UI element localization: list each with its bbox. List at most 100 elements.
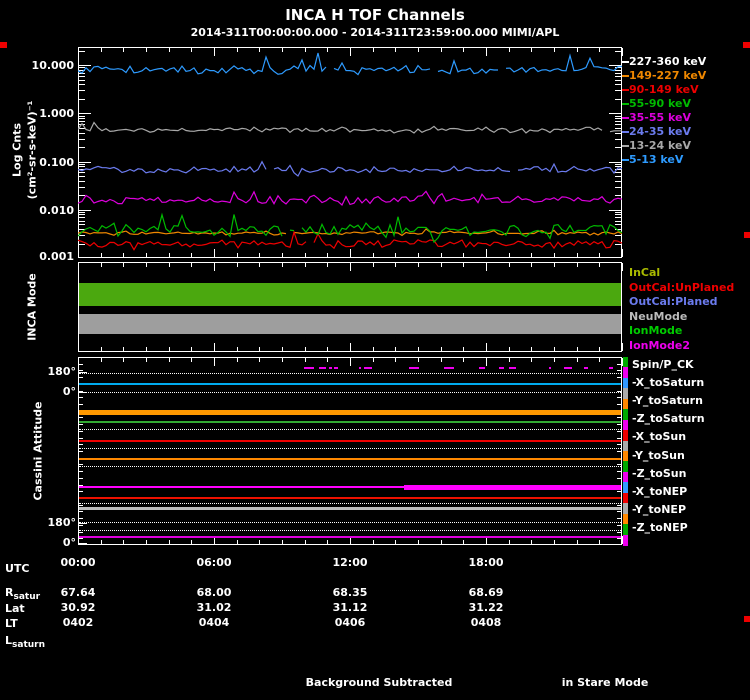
x-tick <box>463 263 464 267</box>
att-minor-tick <box>617 363 621 365</box>
att-edge-colorbar-segment <box>623 534 628 546</box>
ephemeris-value: 68.00 <box>196 586 232 599</box>
att-dotted-gridline <box>79 448 621 449</box>
utc-axis-label: 12:00 <box>332 556 368 569</box>
ephemeris-value: 0404 <box>198 616 230 629</box>
att-edge-colorbar-segment <box>623 367 628 379</box>
x-tick <box>237 358 238 362</box>
att-line-Spin/P_CK <box>479 367 485 369</box>
att-line-Spin/P_CK <box>449 367 454 369</box>
att-edge-colorbar-segment <box>623 398 628 410</box>
flux-legend-tick <box>622 103 629 105</box>
att-minor-tick <box>79 524 83 526</box>
x-tick <box>327 263 328 267</box>
ephemeris-value: 67.64 <box>60 586 96 599</box>
att-dotted-gridline <box>79 530 621 531</box>
x-tick <box>123 347 124 351</box>
lat-row-label: Lat <box>5 602 25 615</box>
flux-y-tick-label: 0.100 <box>39 156 74 169</box>
x-tick <box>577 347 578 351</box>
x-tick <box>191 358 192 362</box>
x-tick <box>531 358 532 362</box>
ephemeris-value: 0408 <box>470 616 502 629</box>
x-tick <box>191 347 192 351</box>
att-minor-tick <box>79 437 83 439</box>
x-tick <box>441 358 442 362</box>
x-tick <box>531 263 532 267</box>
att-edge-colorbar-segment <box>623 388 628 400</box>
att-minor-tick <box>79 518 83 520</box>
x-tick <box>509 358 510 362</box>
att-minor-tick <box>617 424 621 426</box>
att-minor-tick <box>79 531 83 533</box>
att-dotted-gridline <box>79 373 621 374</box>
inca-mode-axis-title: INCA Mode <box>25 273 39 341</box>
x-tick <box>78 263 79 271</box>
att-dotted-gridline <box>79 429 621 430</box>
att-line-Spin/P_CK <box>334 367 338 369</box>
att-edge-colorbar-segment <box>623 461 628 473</box>
inca-mode-legend-item: NeuMode <box>629 310 688 323</box>
att-y-tick-label: 180° <box>47 516 76 529</box>
flux-legend-tick <box>622 159 629 161</box>
flux-legend-item: 149-227 keV <box>629 69 707 82</box>
x-tick <box>305 540 306 544</box>
x-tick <box>169 358 170 362</box>
x-tick <box>463 358 464 362</box>
att-line-Spin/P_CK <box>414 367 419 369</box>
x-tick <box>373 347 374 351</box>
att-line--Z_toSun <box>79 486 404 488</box>
flux-legend-tick <box>622 145 629 147</box>
attitude-axis-title: Cassini Attitude <box>31 401 45 501</box>
x-tick <box>395 540 396 544</box>
att-legend-item: -X_toNEP <box>632 485 688 498</box>
att-edge-colorbar-segment <box>623 409 628 421</box>
att-line--Z_toSun <box>404 484 621 490</box>
x-tick <box>599 540 600 544</box>
r-row-label-sub: satur <box>13 592 41 603</box>
att-edge-colorbar-segment <box>623 524 628 536</box>
inca-mode-legend-item: OutCal:Planed <box>629 295 718 308</box>
att-minor-tick <box>79 471 83 473</box>
x-tick <box>441 540 442 544</box>
x-tick <box>237 263 238 267</box>
x-tick <box>146 358 147 362</box>
att-minor-tick <box>617 491 621 493</box>
x-tick <box>237 540 238 544</box>
utc-axis-label: 00:00 <box>60 556 96 569</box>
inca-mode-legend-item: IonMode <box>629 324 683 337</box>
flux-y-tick-label: 0.001 <box>39 250 74 263</box>
att-minor-tick <box>617 404 621 405</box>
x-tick <box>282 540 283 544</box>
x-tick <box>78 343 79 351</box>
flux-legend-tick <box>622 75 629 77</box>
att-minor-tick <box>617 377 621 379</box>
lt-row-label: LT <box>5 617 18 630</box>
x-tick <box>191 540 192 544</box>
ephemeris-value: 31.02 <box>196 601 232 614</box>
att-legend-item: Spin/P_CK <box>632 358 694 371</box>
x-tick <box>395 347 396 351</box>
att-edge-colorbar-segment <box>623 451 628 462</box>
att-minor-tick <box>79 377 83 379</box>
flux-legend-item: 227-360 keV <box>629 55 707 68</box>
att-minor-tick <box>617 511 621 513</box>
flux-legend-item: 90-149 keV <box>629 83 699 96</box>
att-y-tick-label: 0° <box>62 385 76 398</box>
att-line-Spin/P_CK <box>509 367 516 369</box>
att-minor-tick <box>79 444 83 446</box>
ephemeris-value: 68.35 <box>332 586 368 599</box>
flux-series-13-24keV <box>78 121 603 134</box>
l-row-label: Lsaturn <box>5 634 45 650</box>
att-minor-tick <box>617 524 621 526</box>
inca-tof-plot-page: { "window": { "title": "INCA H TOF Chann… <box>0 0 750 700</box>
flux-legend-tick <box>622 131 629 133</box>
att-minor-tick <box>79 491 83 493</box>
att-minor-tick <box>617 451 621 452</box>
att-line-Spin/P_CK <box>359 367 361 369</box>
x-tick <box>622 48 623 56</box>
inca-mode-band <box>79 314 621 334</box>
edge-marker-red <box>743 42 750 48</box>
x-tick <box>577 358 578 362</box>
x-tick <box>350 263 351 271</box>
